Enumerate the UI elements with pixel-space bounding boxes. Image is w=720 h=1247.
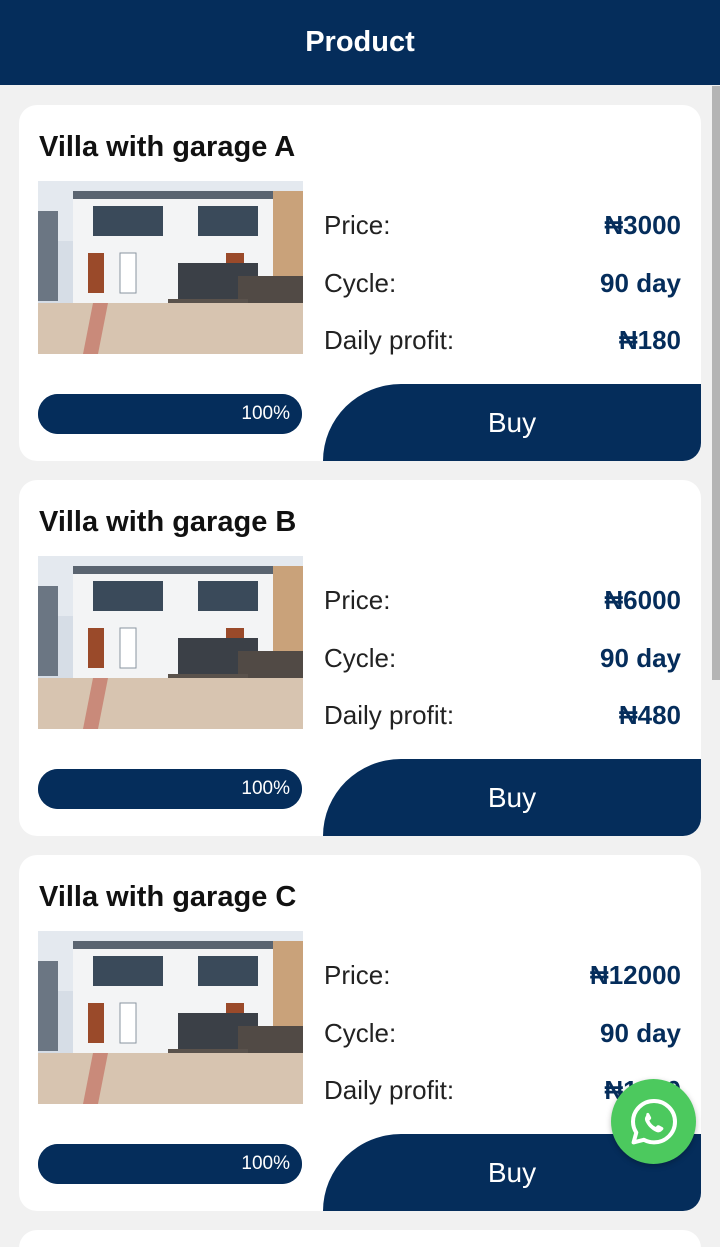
- product-title: Villa with garage C: [39, 881, 297, 913]
- cycle-row: Cycle: 90 day: [324, 1005, 681, 1063]
- product-title: Villa with garage A: [39, 131, 296, 163]
- progress-bar: 100%: [38, 394, 302, 434]
- price-value: ₦6000: [604, 585, 681, 616]
- daily-profit-row: Daily profit: ₦180: [324, 312, 681, 370]
- buy-button[interactable]: Buy: [323, 759, 701, 836]
- cycle-value: 90 day: [600, 267, 681, 298]
- progress-bar: 100%: [38, 1144, 302, 1184]
- product-card-partial: [19, 1230, 701, 1247]
- villa-photo: [38, 556, 303, 729]
- villa-photo: [38, 181, 303, 354]
- daily-profit-value: ₦480: [618, 700, 681, 731]
- product-title: Villa with garage B: [39, 506, 297, 538]
- product-card: Villa with garage B Price: ₦6000 Cycle: …: [19, 480, 701, 836]
- villa-photo-graphic: [38, 556, 303, 729]
- cycle-label: Cycle:: [324, 1017, 397, 1048]
- product-card: Villa with garage C Price: ₦12000 Cycle:…: [19, 855, 701, 1211]
- daily-profit-row: Daily profit: ₦480: [324, 687, 681, 745]
- product-card: Villa with garage A Price: ₦3000 Cycle: …: [19, 105, 701, 461]
- price-label: Price:: [324, 960, 391, 991]
- progress-text: 100%: [241, 1153, 290, 1174]
- whatsapp-button[interactable]: [611, 1079, 696, 1164]
- price-label: Price:: [324, 210, 391, 241]
- price-row: Price: ₦3000: [324, 197, 681, 255]
- daily-profit-value: ₦180: [618, 325, 681, 356]
- villa-photo-graphic: [38, 931, 303, 1104]
- daily-profit-label: Daily profit:: [324, 325, 455, 356]
- product-info: Price: ₦6000 Cycle: 90 day Daily profit:…: [324, 572, 681, 745]
- cycle-row: Cycle: 90 day: [324, 255, 681, 313]
- cycle-value: 90 day: [600, 642, 681, 673]
- product-info: Price: ₦3000 Cycle: 90 day Daily profit:…: [324, 197, 681, 370]
- product-list: Villa with garage A Price: ₦3000 Cycle: …: [19, 105, 701, 1247]
- price-row: Price: ₦6000: [324, 572, 681, 630]
- cycle-label: Cycle:: [324, 642, 397, 673]
- cycle-label: Cycle:: [324, 267, 397, 298]
- price-value: ₦12000: [589, 960, 681, 991]
- daily-profit-label: Daily profit:: [324, 1075, 455, 1106]
- progress-bar: 100%: [38, 769, 302, 809]
- cycle-row: Cycle: 90 day: [324, 630, 681, 688]
- scrollbar[interactable]: [712, 86, 720, 680]
- daily-profit-label: Daily profit:: [324, 700, 455, 731]
- price-row: Price: ₦12000: [324, 947, 681, 1005]
- progress-text: 100%: [241, 403, 290, 424]
- villa-photo-graphic: [38, 181, 303, 354]
- whatsapp-icon: [630, 1098, 677, 1144]
- price-value: ₦3000: [604, 210, 681, 241]
- app-header: Product: [0, 0, 720, 85]
- progress-text: 100%: [241, 778, 290, 799]
- page-title: Product: [305, 26, 415, 58]
- villa-photo: [38, 931, 303, 1104]
- buy-button[interactable]: Buy: [323, 384, 701, 461]
- price-label: Price:: [324, 585, 391, 616]
- cycle-value: 90 day: [600, 1017, 681, 1048]
